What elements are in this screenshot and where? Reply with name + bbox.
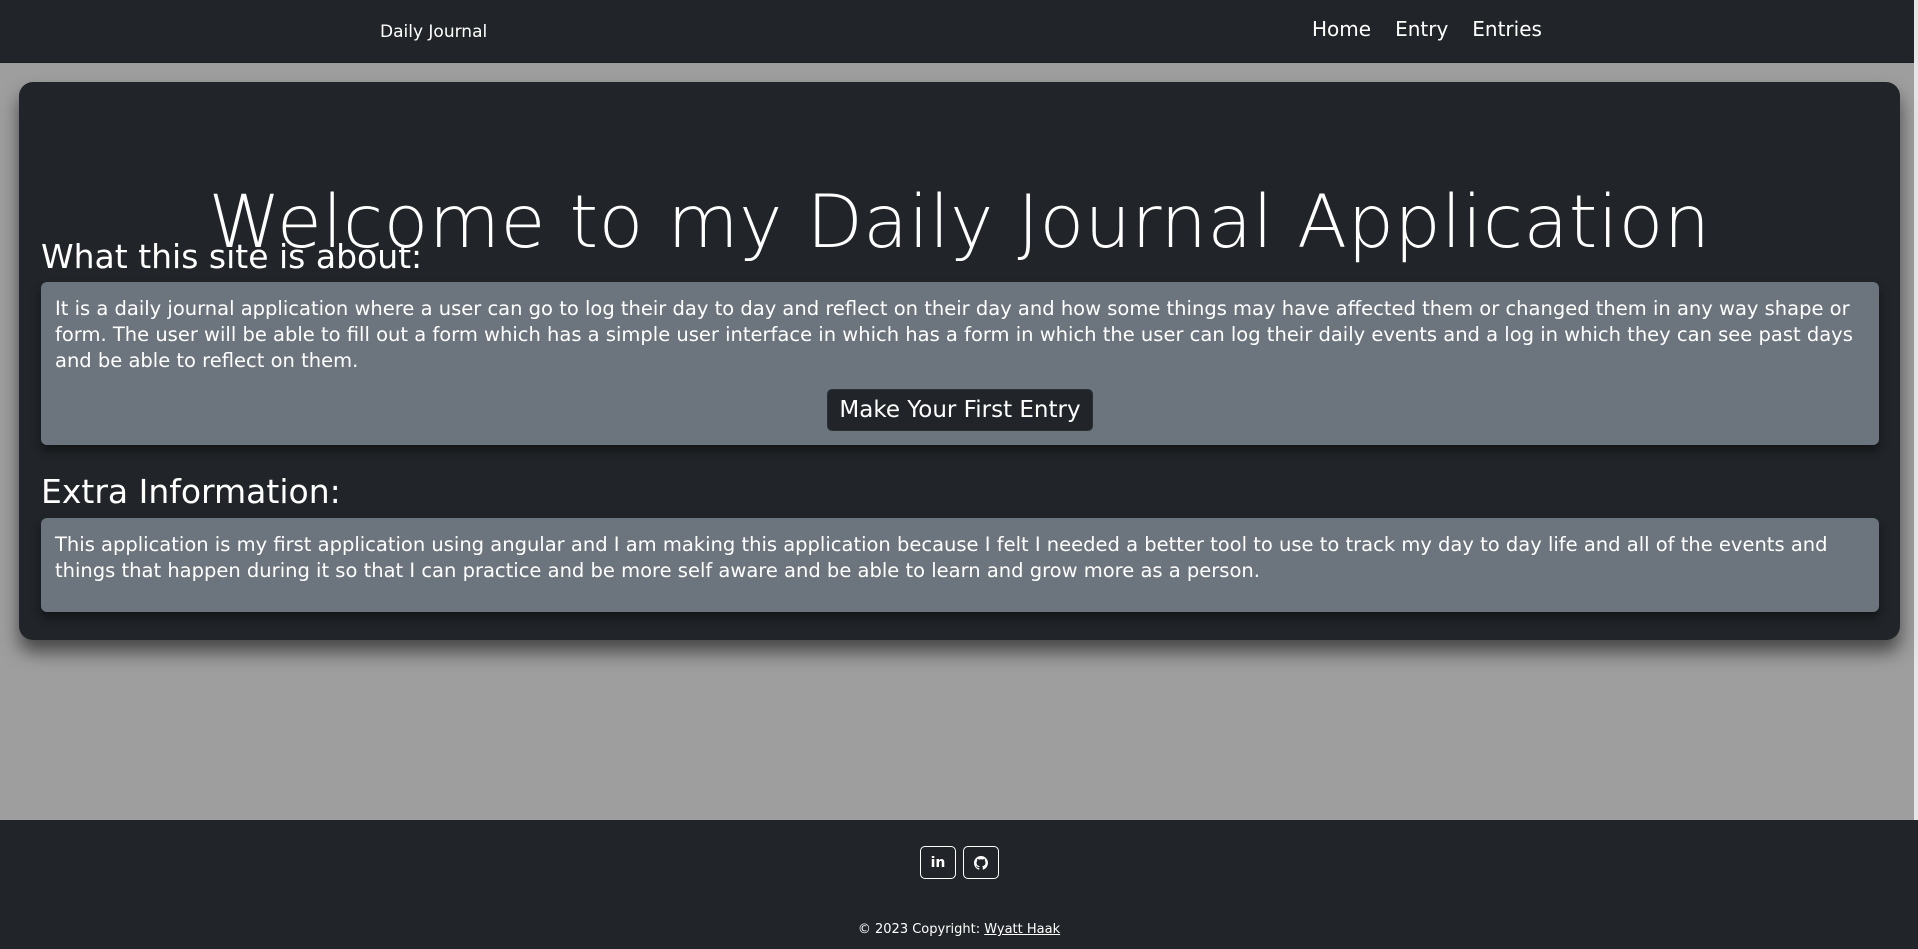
- linkedin-button[interactable]: in: [920, 846, 956, 879]
- nav-link-entry[interactable]: Entry: [1383, 17, 1460, 41]
- extra-heading: Extra Information:: [41, 472, 341, 511]
- about-text: It is a daily journal application where …: [55, 297, 1853, 372]
- extra-panel: This application is my first application…: [41, 518, 1879, 612]
- main-card: Welcome to my Daily Journal Application …: [19, 82, 1900, 640]
- extra-text: This application is my first application…: [55, 533, 1828, 582]
- about-heading: What this site is about:: [41, 237, 423, 276]
- page-scrollbar[interactable]: [1914, 0, 1918, 949]
- nav-link-entries[interactable]: Entries: [1460, 17, 1554, 41]
- copyright: © 2023 Copyright: Wyatt Haak: [0, 922, 1918, 937]
- brand-link[interactable]: Daily Journal: [380, 22, 487, 42]
- github-icon: [974, 855, 988, 870]
- social-links: in: [920, 846, 999, 879]
- github-button[interactable]: [963, 846, 999, 879]
- navbar: Daily Journal Home Entry Entries: [0, 0, 1918, 63]
- footer: in © 2023 Copyright: Wyatt Haak: [0, 820, 1918, 949]
- cta-wrap: Make Your First Entry: [41, 389, 1879, 431]
- copyright-prefix: © 2023 Copyright:: [857, 922, 981, 937]
- nav-links: Home Entry Entries: [1300, 17, 1554, 41]
- about-panel: It is a daily journal application where …: [41, 282, 1879, 445]
- nav-link-home[interactable]: Home: [1300, 17, 1383, 41]
- author-link[interactable]: Wyatt Haak: [984, 922, 1060, 937]
- make-first-entry-button[interactable]: Make Your First Entry: [827, 389, 1093, 431]
- linkedin-icon: in: [930, 854, 946, 871]
